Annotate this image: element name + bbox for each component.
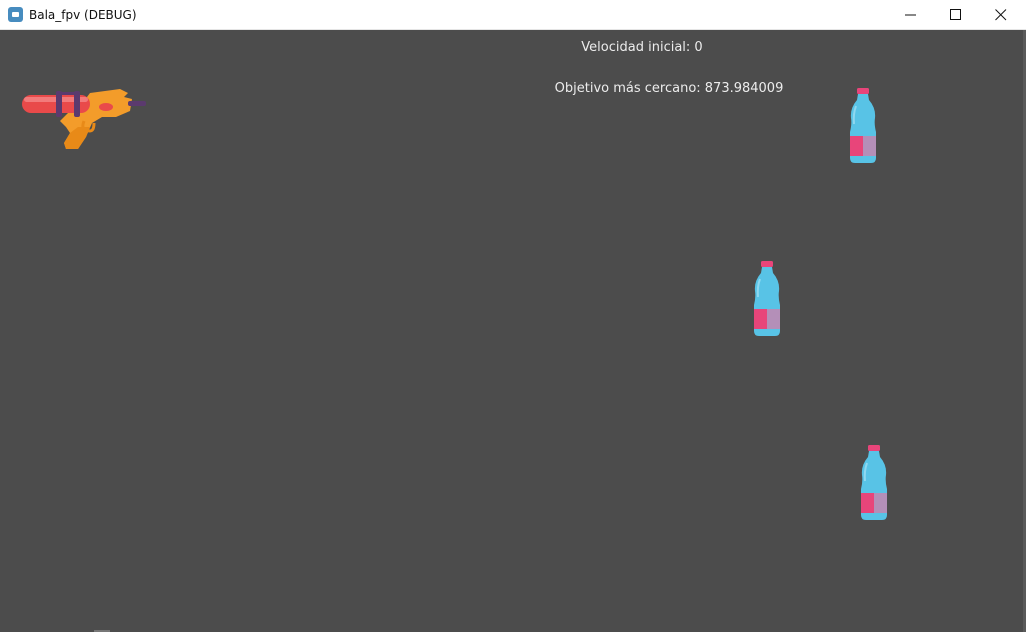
nearest-target-label: Objetivo más cercano: 873.984009 (554, 81, 784, 96)
initial-speed-label: Velocidad inicial: 0 (581, 40, 703, 55)
app-icon (8, 7, 23, 22)
minimize-icon (905, 14, 916, 16)
target-bottle (850, 88, 876, 163)
close-button[interactable] (978, 0, 1024, 30)
close-icon (995, 9, 1007, 21)
minimize-button[interactable] (888, 0, 934, 30)
target-bottle (861, 445, 887, 520)
game-viewport[interactable]: Velocidad inicial: 0 Objetivo más cercan… (0, 30, 1026, 632)
maximize-button[interactable] (933, 0, 979, 30)
maximize-icon (950, 9, 961, 20)
water-gun-player[interactable] (20, 87, 150, 151)
window-title: Bala_fpv (DEBUG) (29, 8, 137, 22)
target-bottle (754, 261, 780, 336)
window-titlebar[interactable]: Bala_fpv (DEBUG) (0, 0, 1026, 30)
